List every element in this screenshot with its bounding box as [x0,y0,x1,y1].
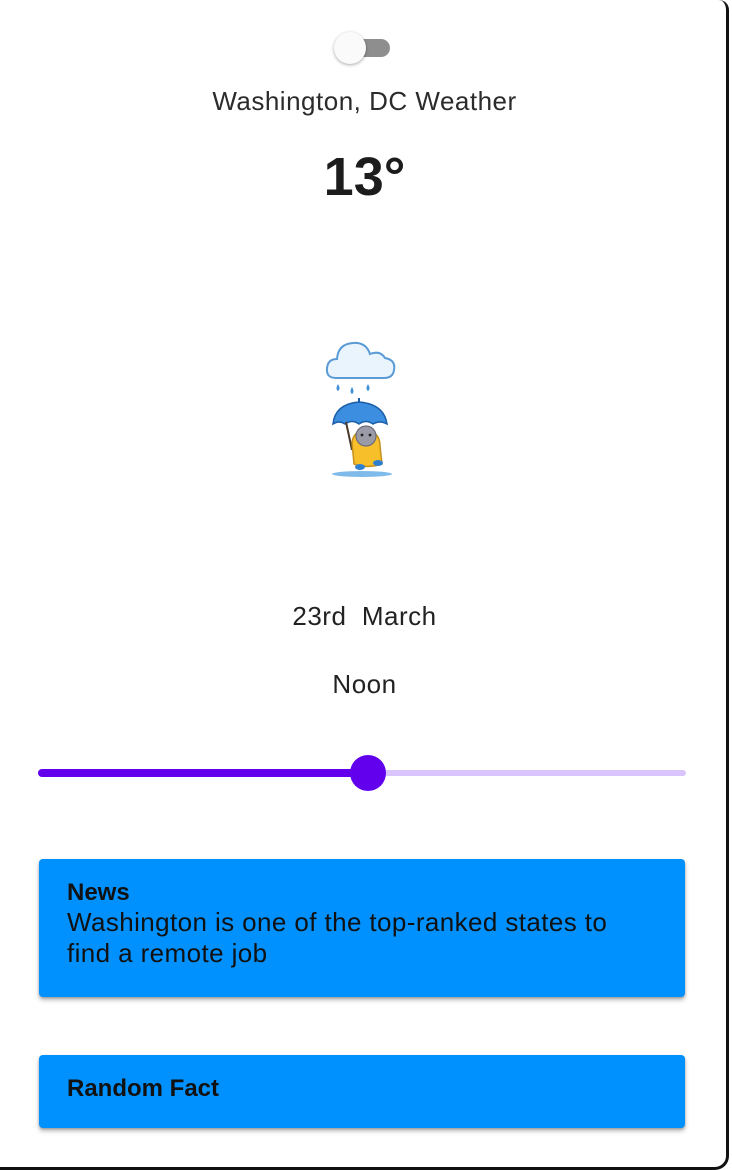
time-slider[interactable] [38,754,686,794]
toggle-thumb[interactable] [334,32,366,64]
slider-thumb[interactable] [350,755,386,791]
news-card[interactable]: News Washington is one of the top-ranked… [39,859,685,997]
date-label: 23rd March [292,601,437,631]
news-body: Washington is one of the top-ranked stat… [67,907,608,968]
temperature-readout: 13° [323,147,406,207]
slider-active-track [38,769,368,777]
time-of-day-label: Noon [332,669,397,699]
random-fact-card[interactable]: Random Fact [39,1055,685,1128]
page-title: Washington, DC Weather [212,86,517,116]
theme-toggle[interactable] [334,32,394,64]
rain-cloud-umbrella-character-icon [322,332,402,480]
news-heading: News [67,879,130,906]
random-fact-heading: Random Fact [67,1075,220,1102]
